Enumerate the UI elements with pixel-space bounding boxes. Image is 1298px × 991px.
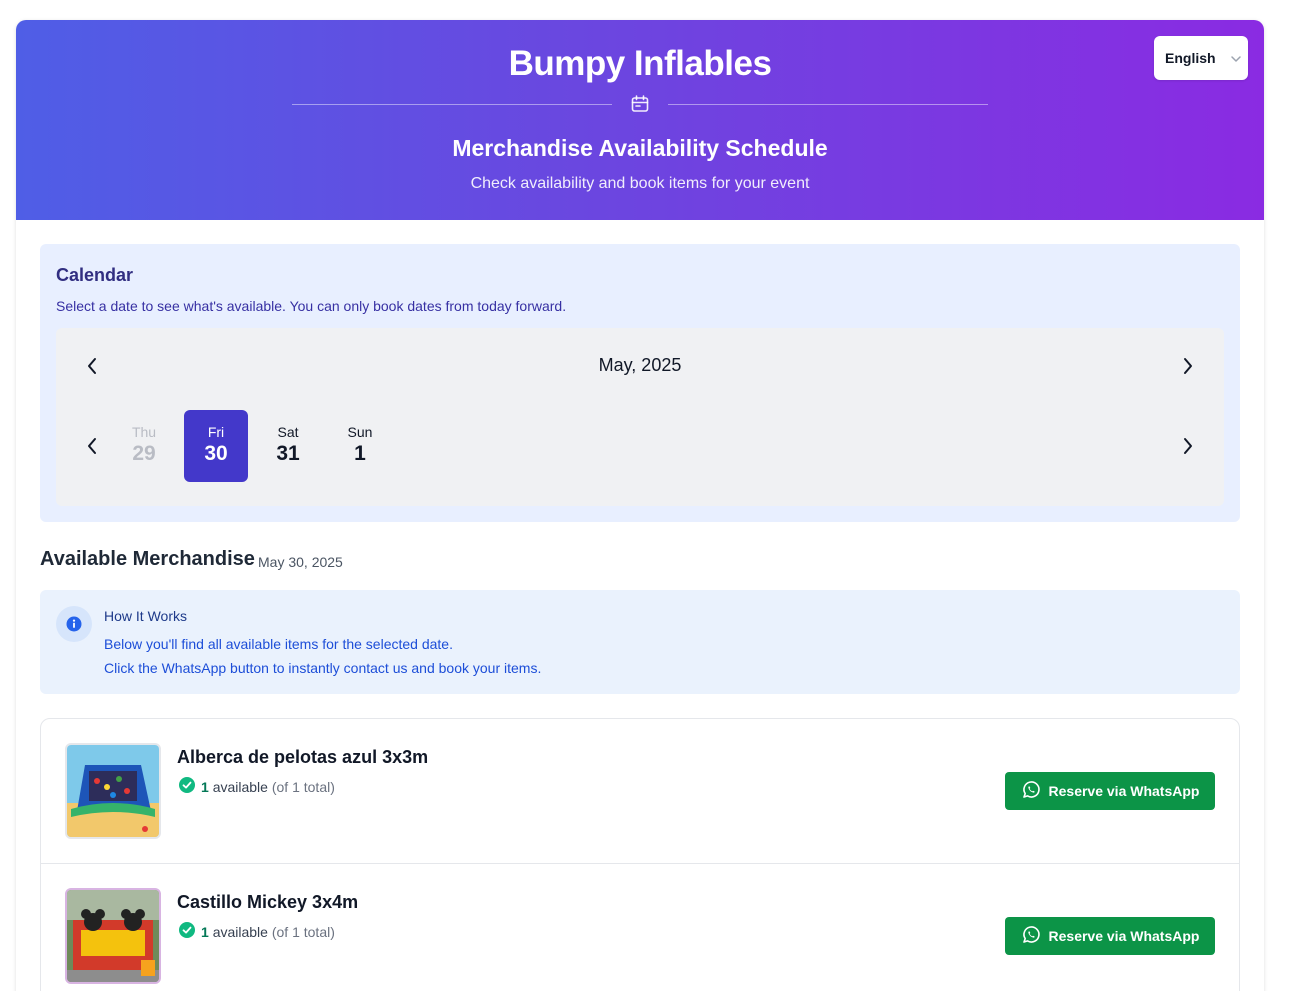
- chevron-right-icon: [1184, 358, 1192, 374]
- merchandise-list: Alberca de pelotas azul 3x3m 1 available…: [40, 718, 1240, 991]
- reserve-button-label: Reserve via WhatsApp: [1048, 928, 1200, 944]
- how-it-works-title: How It Works: [104, 608, 187, 624]
- day-sat-31[interactable]: Sat 31: [256, 410, 320, 482]
- next-week-button[interactable]: [1176, 434, 1200, 458]
- divider-line-right: [668, 103, 988, 105]
- day-fri-30[interactable]: Fri 30: [184, 410, 248, 482]
- reserve-button-label: Reserve via WhatsApp: [1048, 783, 1200, 799]
- header-divider: [292, 94, 988, 114]
- available-count: 1: [201, 778, 209, 795]
- day-of-week: Thu: [131, 424, 157, 440]
- language-select[interactable]: English: [1154, 36, 1248, 80]
- item-thumbnail-mickey-castle: [65, 888, 161, 984]
- calendar-icon: [628, 94, 652, 114]
- app-card: Bumpy Inflables Merchandise Availability…: [16, 20, 1264, 991]
- merchandise-heading: Available Merchandise: [40, 548, 255, 570]
- available-label: available: [212, 778, 268, 795]
- day-number: 31: [276, 442, 300, 465]
- calendar-panel: Calendar Select a date to see what's ava…: [40, 244, 1240, 522]
- reserve-whatsapp-button[interactable]: Reserve via WhatsApp: [1005, 917, 1215, 955]
- day-sun-1[interactable]: Sun 1: [328, 410, 392, 482]
- how-it-works-line-1: Below you'll find all available items fo…: [104, 636, 453, 652]
- total-count: (of 1 total): [271, 923, 335, 940]
- list-item: Alberca de pelotas azul 3x3m 1 available…: [41, 719, 1239, 864]
- item-name: Castillo Mickey 3x4m: [177, 892, 359, 912]
- divider-line-left: [292, 103, 612, 105]
- day-number: 1: [354, 442, 366, 465]
- whatsapp-icon: [1021, 925, 1041, 948]
- prev-week-button[interactable]: [80, 434, 104, 458]
- page-header: Bumpy Inflables Merchandise Availability…: [16, 20, 1264, 220]
- check-circle-icon: [179, 777, 195, 796]
- day-number: 30: [204, 442, 228, 465]
- chevron-right-icon: [1184, 438, 1192, 454]
- day-of-week: Sat: [277, 424, 299, 440]
- day-thu-29: Thu 29: [112, 410, 176, 482]
- day-of-week: Sun: [347, 424, 373, 440]
- next-month-button[interactable]: [1176, 354, 1200, 378]
- selected-date: May 30, 2025: [258, 554, 343, 570]
- language-selected: English: [1165, 50, 1216, 66]
- page-title: Merchandise Availability Schedule: [452, 135, 828, 161]
- day-of-week: Fri: [207, 424, 225, 440]
- calendar-help-text: Select a date to see what's available. Y…: [56, 298, 567, 314]
- availability: 1 available (of 1 total): [179, 922, 335, 941]
- reserve-whatsapp-button[interactable]: Reserve via WhatsApp: [1005, 772, 1215, 810]
- total-count: (of 1 total): [271, 778, 335, 795]
- how-it-works-panel: How It Works Below you'll find all avail…: [40, 590, 1240, 694]
- available-label: available: [212, 923, 268, 940]
- info-icon: [56, 606, 92, 642]
- availability: 1 available (of 1 total): [179, 777, 335, 796]
- check-circle-icon: [179, 922, 195, 941]
- brand-title: Bumpy Inflables: [508, 44, 772, 83]
- item-thumbnail-ball-pit: [65, 743, 161, 839]
- page-subtitle: Check availability and book items for yo…: [470, 175, 810, 192]
- list-item: Castillo Mickey 3x4m 1 available (of 1 t…: [41, 864, 1239, 991]
- chevron-down-icon: [1230, 52, 1242, 64]
- chevron-left-icon: [88, 438, 96, 454]
- calendar-heading: Calendar: [56, 265, 134, 285]
- available-count: 1: [201, 923, 209, 940]
- day-number: 29: [132, 442, 156, 465]
- month-label: May, 2025: [598, 355, 682, 375]
- item-name: Alberca de pelotas azul 3x3m: [177, 747, 429, 767]
- whatsapp-icon: [1021, 780, 1041, 803]
- date-picker: May, 2025 Thu 29 Fri 30 Sat 31 Sun 1: [56, 328, 1224, 506]
- how-it-works-line-2: Click the WhatsApp button to instantly c…: [104, 660, 542, 676]
